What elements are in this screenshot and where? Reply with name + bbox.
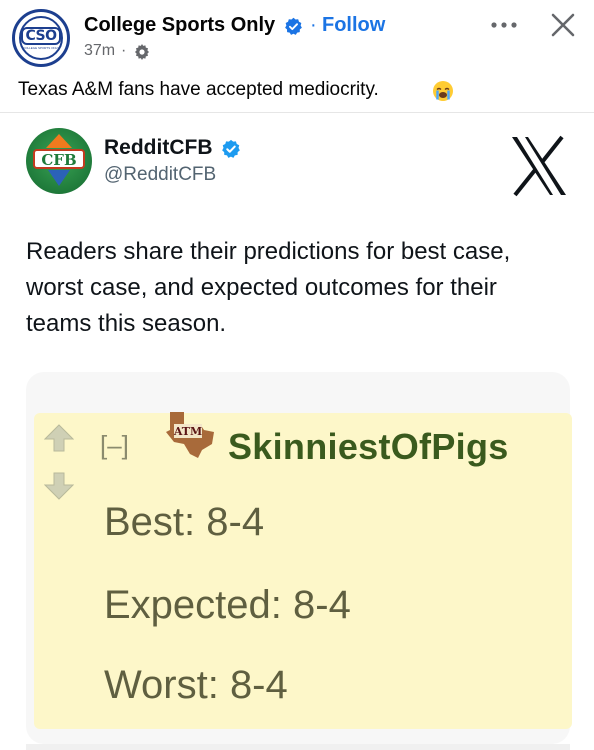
tweet-text: Readers share their predictions for best… [26,238,511,337]
post-divider [0,112,594,113]
loudly-crying-face-icon [433,81,453,101]
verified-badge-icon [222,139,240,158]
tweet-author-handle[interactable]: @RedditCFB [104,164,216,186]
best-prediction: Best: 8-4 [104,500,265,544]
cfb-logo-text: CFB [41,151,76,169]
follow-separator: · [310,14,317,36]
gear-icon[interactable] [134,44,150,60]
comment-collapse-toggle[interactable]: [–] [100,430,129,461]
more-horizontal-icon[interactable] [486,10,522,40]
cfb-logo-icon: CFB [33,134,85,186]
downvote-arrow-icon[interactable] [44,472,74,500]
cso-logo-subtext: COLLEGE SPORTS ONLY [22,45,60,50]
page-name[interactable]: College Sports Only [84,14,275,37]
media-bottom-edge [26,744,570,750]
tweet-avatar[interactable]: CFB [26,128,92,194]
tweet-author-name[interactable]: RedditCFB [104,136,213,160]
page-avatar[interactable]: CSO COLLEGE SPORTS ONLY [12,9,70,67]
post-timestamp[interactable]: 37m [84,42,115,60]
cso-logo-text: CSO [21,26,61,45]
comment-username[interactable]: SkinniestOfPigs [228,426,509,468]
upvote-arrow-icon[interactable] [44,424,74,452]
follow-button[interactable]: Follow [322,14,385,37]
verified-badge-icon [285,17,302,35]
close-icon[interactable] [546,8,580,42]
x-logo-icon[interactable] [508,134,570,198]
timestamp-separator: · [121,42,127,59]
expected-prediction: Expected: 8-4 [104,583,351,627]
texas-am-flair-icon: ATM [166,412,214,458]
worst-prediction: Worst: 8-4 [104,663,288,707]
post-caption: Texas A&M fans have accepted mediocrity. [18,79,379,100]
post-header: CSO COLLEGE SPORTS ONLY College Sports O… [0,0,594,72]
cso-logo: CSO COLLEGE SPORTS ONLY [19,16,63,60]
flair-text: ATM [173,425,202,438]
